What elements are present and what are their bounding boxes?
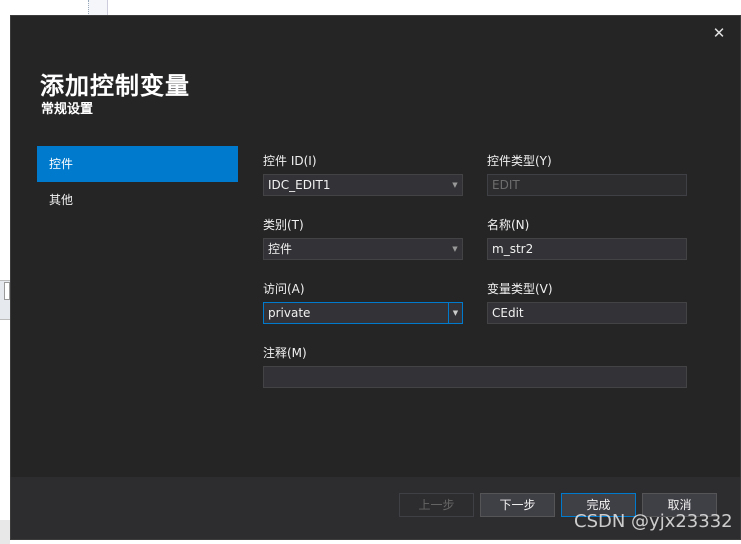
settings-nav: 控件 其他 bbox=[37, 146, 238, 218]
prev-button[interactable]: 上一步 bbox=[399, 493, 474, 517]
chevron-down-icon[interactable]: ▼ bbox=[448, 175, 462, 195]
access-value: private bbox=[268, 306, 311, 320]
access-label: 访问(A) bbox=[263, 282, 305, 296]
control-type-label: 控件类型(Y) bbox=[487, 154, 552, 168]
category-combo[interactable]: 控件 ▼ bbox=[263, 238, 463, 260]
control-id-combo[interactable]: IDC_EDIT1 ▼ bbox=[263, 174, 463, 196]
category-label: 类别(T) bbox=[263, 218, 304, 232]
control-id-label: 控件 ID(I) bbox=[263, 154, 317, 168]
access-combo[interactable]: private ▼ bbox=[263, 302, 463, 324]
nav-item-other[interactable]: 其他 bbox=[37, 182, 238, 218]
name-label: 名称(N) bbox=[487, 218, 530, 232]
chevron-down-icon[interactable]: ▼ bbox=[448, 239, 462, 259]
variable-type-input[interactable]: CEdit bbox=[487, 302, 687, 324]
watermark: CSDN @yjx23332 bbox=[574, 511, 733, 532]
dialog-title: 添加控制变量 bbox=[40, 72, 190, 100]
name-input[interactable]: m_str2 bbox=[487, 238, 687, 260]
category-value: 控件 bbox=[268, 242, 293, 256]
comment-input[interactable] bbox=[263, 366, 687, 388]
add-control-variable-dialog: ✕ 添加控制变量 常规设置 控件 其他 控件 ID(I) IDC_EDIT1 ▼… bbox=[10, 15, 741, 540]
close-icon[interactable]: ✕ bbox=[710, 24, 728, 42]
background-window-frame bbox=[88, 0, 108, 16]
name-value: m_str2 bbox=[492, 242, 534, 256]
nav-item-controls[interactable]: 控件 bbox=[37, 146, 238, 182]
chevron-down-icon[interactable]: ▼ bbox=[448, 303, 462, 323]
control-type-value: EDIT bbox=[492, 178, 520, 192]
variable-type-value: CEdit bbox=[492, 306, 524, 320]
variable-type-label: 变量类型(V) bbox=[487, 282, 553, 296]
background-strip bbox=[0, 520, 10, 544]
control-type-field: EDIT bbox=[487, 174, 687, 196]
next-button[interactable]: 下一步 bbox=[480, 493, 555, 517]
comment-label: 注释(M) bbox=[263, 346, 307, 360]
control-id-value: IDC_EDIT1 bbox=[268, 178, 331, 192]
dialog-subtitle: 常规设置 bbox=[41, 102, 94, 117]
